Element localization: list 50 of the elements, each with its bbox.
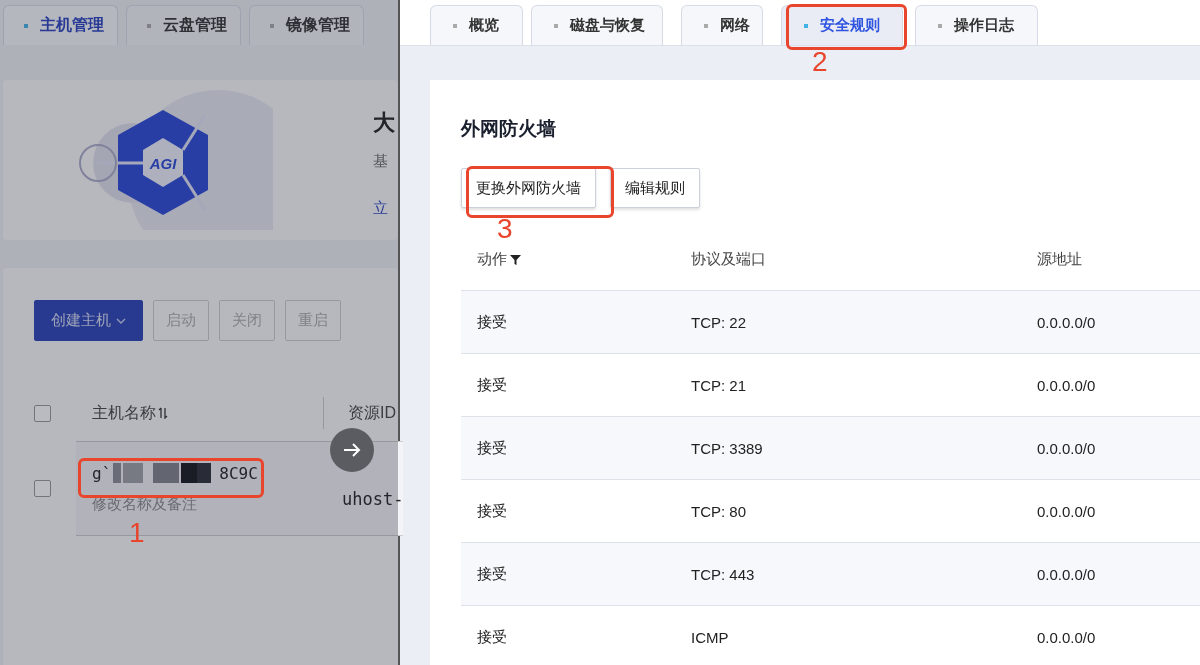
table-cell-text: 0.0.0.0/0 (1037, 439, 1097, 457)
banner-title: 大 (373, 109, 395, 137)
tab[interactable]: 概览 (430, 5, 523, 45)
table-cell-text: 0.0.0.0/0 (1037, 628, 1097, 646)
tab[interactable]: 操作日志 (915, 5, 1038, 45)
annotation-number: 3 (497, 214, 513, 244)
host-name: 8C9C (219, 463, 258, 483)
toolbar-button[interactable]: 创建主机 (34, 300, 143, 341)
table-cell: uhost- (342, 488, 404, 509)
table-cell-text: 接受 (476, 501, 508, 521)
arrow-right-icon (343, 442, 361, 458)
column-header: 动作 (477, 249, 507, 269)
action-button[interactable]: 更换外网防火墙 (461, 168, 596, 208)
host-name: g` (92, 463, 112, 483)
annotation-number: 1 (129, 518, 145, 548)
sort-icon[interactable] (158, 407, 168, 419)
checkbox[interactable] (34, 480, 51, 497)
tab[interactable]: 磁盘与恢复 (531, 5, 663, 45)
column-header[interactable]: 主机名称 (92, 402, 156, 424)
column-header: 源地址 (1037, 249, 1083, 269)
column-header: 协议及端口 (691, 249, 767, 269)
table-cell-text: 接受 (476, 627, 508, 647)
table-cell-text: 0.0.0.0/0 (1037, 313, 1097, 331)
table-cell-text: 0.0.0.0/0 (1037, 565, 1097, 583)
tab[interactable]: 主机管理 (3, 5, 118, 45)
table-cell-text: ICMP (691, 628, 730, 646)
tab[interactable]: 网络 (681, 5, 763, 45)
table-cell-text: 接受 (476, 312, 508, 332)
checkbox[interactable] (34, 404, 51, 422)
table-cell-text: TCP: 443 (691, 565, 756, 583)
banner-description: 基 (373, 152, 389, 171)
action-button[interactable]: 编辑规则 (610, 168, 700, 208)
caret-icon (116, 317, 126, 324)
table-cell-text: TCP: 22 (691, 313, 748, 331)
tab[interactable]: 镜像管理 (249, 5, 364, 45)
tab[interactable]: 云盘管理 (126, 5, 241, 45)
section-title: 外网防火墙 (461, 117, 557, 141)
table-cell-text: 接受 (476, 438, 508, 458)
filter-icon[interactable] (510, 253, 521, 265)
column-header: 资源ID (348, 402, 396, 423)
tab[interactable]: 安全规则 (781, 5, 903, 45)
table-cell-text: TCP: 21 (691, 376, 748, 394)
banner-link[interactable]: 立 (373, 199, 395, 218)
annotation-number: 2 (812, 47, 828, 77)
table-cell-text: 接受 (476, 564, 508, 584)
table-cell-text: TCP: 80 (691, 502, 748, 520)
table-cell-text: TCP: 3389 (691, 439, 764, 457)
table-cell-text: 0.0.0.0/0 (1037, 376, 1097, 394)
table-cell-text: 0.0.0.0/0 (1037, 502, 1097, 520)
table-cell-text: 接受 (476, 375, 508, 395)
